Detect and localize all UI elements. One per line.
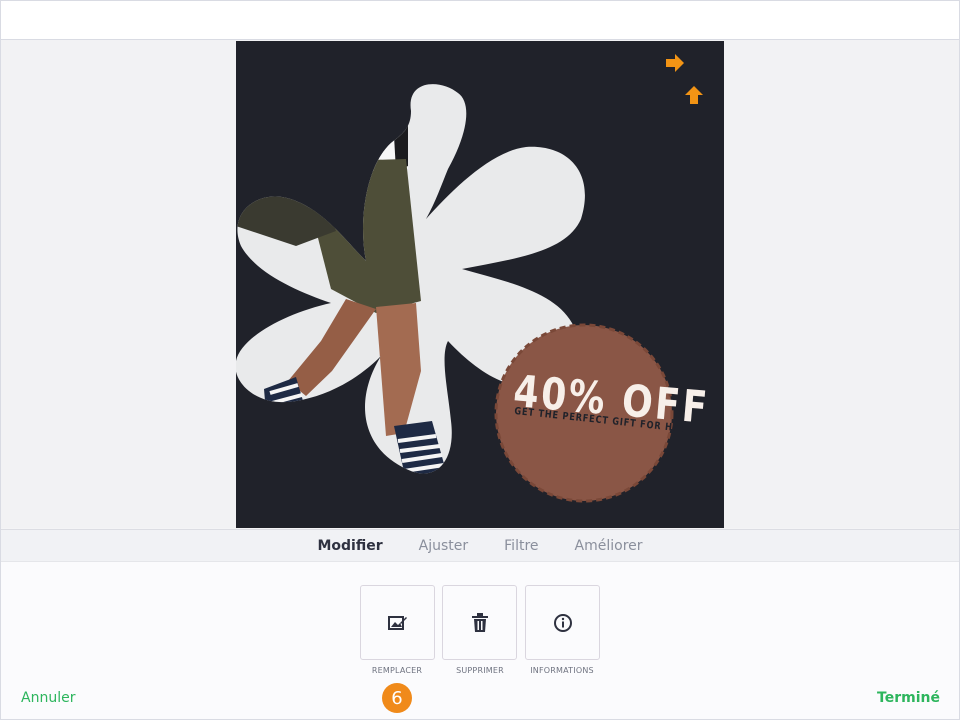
arrow-up-icon <box>683 84 705 106</box>
arrow-right-icon <box>664 52 686 74</box>
delete-button[interactable] <box>442 585 517 660</box>
edit-tabs: Modifier Ajuster Filtre Améliorer <box>1 529 959 562</box>
tab-ajuster[interactable]: Ajuster <box>401 538 487 554</box>
tab-filtre[interactable]: Filtre <box>486 538 556 554</box>
top-bar <box>1 1 959 40</box>
trash-icon <box>471 612 489 633</box>
replace-image-icon <box>387 614 408 632</box>
info-button[interactable] <box>525 585 600 660</box>
info-label: INFORMATIONS <box>530 666 594 675</box>
info-icon <box>553 613 573 633</box>
tab-modifier[interactable]: Modifier <box>299 538 400 554</box>
tab-ameliorer[interactable]: Améliorer <box>557 538 661 554</box>
artwork-graphic <box>236 84 674 503</box>
artwork-canvas[interactable] <box>236 41 724 528</box>
done-button[interactable]: Terminé <box>877 690 940 706</box>
replace-button[interactable] <box>360 585 435 660</box>
cancel-button[interactable]: Annuler <box>21 690 75 706</box>
step-badge: 6 <box>382 683 412 713</box>
